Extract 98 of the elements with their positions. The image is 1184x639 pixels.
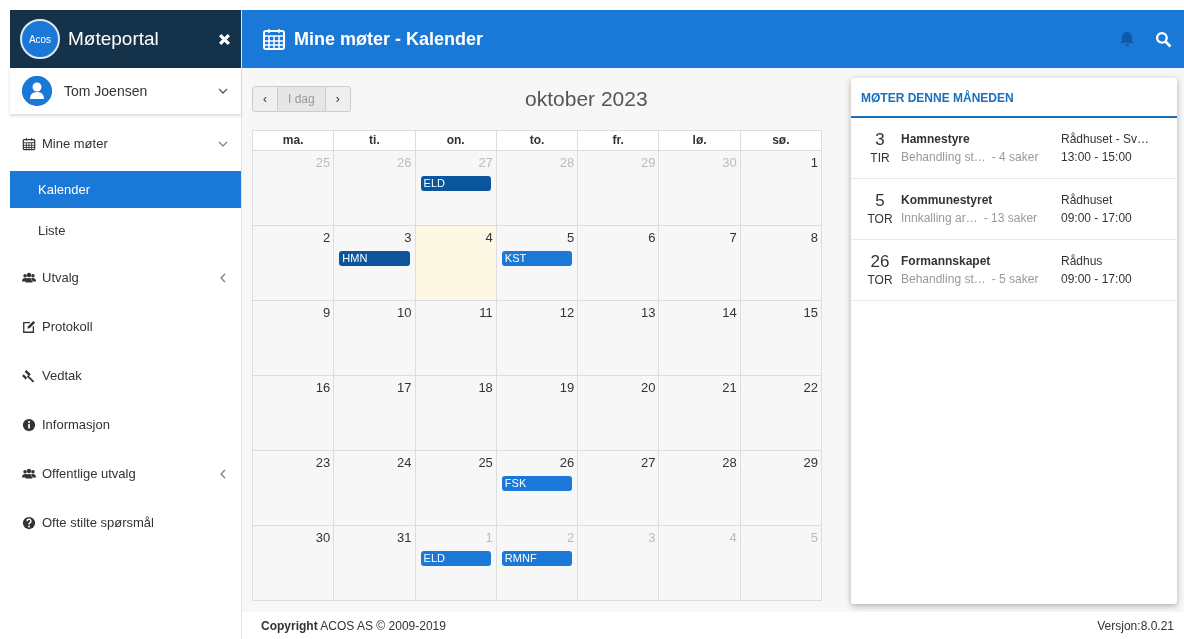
meeting-weekday: TOR: [866, 271, 894, 289]
day-number[interactable]: 16: [315, 378, 331, 398]
info-icon: [22, 417, 36, 432]
day-number[interactable]: 5: [566, 228, 575, 248]
day-number[interactable]: 10: [397, 303, 412, 323]
app-name: Møteportal: [68, 26, 160, 51]
day-number[interactable]: 24: [397, 453, 412, 473]
day-number[interactable]: 3: [404, 228, 412, 248]
meeting-weekday: TOR: [866, 210, 894, 228]
menu-item[interactable]: Vedtak: [10, 351, 241, 400]
meeting-summary: Behandling st…: [901, 150, 986, 164]
day-number[interactable]: 23: [315, 453, 331, 473]
user-avatar-icon: [22, 76, 52, 106]
meeting-title: Hamnestyre: [901, 131, 971, 148]
meeting-location: Rådhus: [1061, 253, 1104, 270]
submenu-item[interactable]: Liste: [10, 212, 241, 249]
day-number[interactable]: 18: [478, 378, 493, 398]
day-number[interactable]: 17: [397, 378, 412, 398]
day-number[interactable]: 7: [729, 228, 737, 248]
version-text: Versjon:8.0.21: [1097, 617, 1174, 635]
meeting-day: 5: [859, 190, 901, 210]
menu-item[interactable]: Protokoll: [10, 302, 241, 351]
month-title: oktober 2023: [524, 86, 649, 113]
question-icon: [22, 515, 36, 530]
edit-icon: [22, 319, 36, 334]
day-number[interactable]: 29: [803, 453, 818, 473]
event-chip[interactable]: ELD: [420, 175, 491, 191]
calendar-icon: [262, 27, 286, 51]
case-count: - 13 saker: [983, 211, 1038, 225]
close-icon[interactable]: [218, 32, 231, 46]
case-count: - 4 saker: [991, 150, 1039, 164]
users-icon: [22, 270, 36, 285]
meeting-row[interactable]: 5 TOR Kommunestyret Innkalling ar… - 13 saker Rådhuset 09:00 - 17:00: [851, 179, 1177, 240]
meeting-day: 26: [859, 251, 901, 271]
weekday-header: ti.: [334, 130, 416, 150]
gavel-icon: [22, 368, 36, 383]
meeting-title: Kommunestyret: [901, 192, 994, 209]
day-number[interactable]: 1: [810, 153, 818, 173]
search-icon[interactable]: [1155, 30, 1172, 48]
previous-button[interactable]: ‹: [252, 86, 278, 112]
meeting-location: Rådhuset - Sv…: [1061, 131, 1150, 148]
meeting-time: 13:00 - 15:00: [1061, 149, 1133, 166]
meeting-summary: Innkalling ar…: [901, 211, 978, 225]
users-icon: [22, 466, 36, 481]
weekday-header: lø.: [659, 130, 741, 150]
day-number[interactable]: 21: [722, 378, 737, 398]
menu-item[interactable]: Informasjon: [10, 400, 241, 449]
day-number[interactable]: 31: [397, 528, 412, 548]
meeting-row[interactable]: 26 TOR Formannskapet Behandling st… - 5 saker Rådhus 09:00 - 17:00: [851, 240, 1177, 301]
day-number[interactable]: 27: [640, 453, 656, 473]
weekday-header: sø.: [740, 130, 822, 150]
meeting-summary: Behandling st…: [901, 272, 986, 286]
weekday-header: to.: [496, 130, 579, 150]
card-title: MØTER DENNE MÅNEDEN: [851, 78, 1177, 118]
day-number[interactable]: 19: [559, 378, 575, 398]
meeting-row[interactable]: 3 TIR Hamnestyre Behandling st… - 4 saker Rådhuset - Sv… 13:00 - 15:00: [851, 118, 1177, 179]
weekday-header: fr.: [578, 130, 660, 150]
menu-item[interactable]: Offentlige utvalg: [10, 449, 241, 498]
next-button[interactable]: ›: [324, 86, 351, 112]
day-number[interactable]: 26: [559, 453, 575, 473]
meeting-time: 09:00 - 17:00: [1061, 271, 1132, 288]
meeting-title: Formannskapet: [901, 253, 992, 270]
meeting-time: 09:00 - 17:00: [1061, 210, 1132, 227]
day-number[interactable]: 22: [803, 378, 818, 398]
event-chip[interactable]: RMNF: [501, 550, 573, 566]
day-number[interactable]: 8: [810, 228, 818, 248]
menu-item[interactable]: Mine møter: [10, 119, 241, 168]
day-number[interactable]: 28: [722, 453, 737, 473]
day-number[interactable]: 15: [803, 303, 818, 323]
day-number[interactable]: 30: [315, 528, 331, 548]
day-number[interactable]: 12: [559, 303, 575, 323]
submenu-item[interactable]: Kalender: [10, 171, 241, 208]
meeting-day: 3: [859, 129, 901, 149]
day-number[interactable]: 9: [323, 303, 331, 323]
day-number[interactable]: 14: [722, 303, 737, 323]
case-count: - 5 saker: [991, 272, 1039, 286]
meeting-weekday: TIR: [869, 149, 891, 167]
event-chip[interactable]: ELD: [420, 550, 491, 566]
day-number[interactable]: 13: [640, 303, 656, 323]
day-number[interactable]: 20: [640, 378, 656, 398]
weekday-header: on.: [415, 130, 497, 150]
page-title: Mine møter - Kalender: [294, 27, 485, 51]
day-number[interactable]: 6: [648, 228, 656, 248]
event-chip[interactable]: HMN: [339, 250, 410, 266]
day-number[interactable]: 4: [485, 228, 493, 248]
day-number[interactable]: 2: [323, 228, 331, 248]
weekday-header: ma.: [253, 130, 335, 150]
calendar-icon: [22, 136, 36, 151]
menu-item[interactable]: Ofte stilte spørsmål: [10, 498, 241, 547]
logo: Acos: [20, 19, 60, 59]
meeting-location: Rådhuset: [1061, 192, 1114, 209]
copyright-text: Copyright ACOS AS © 2009-2019: [261, 617, 446, 635]
menu-item[interactable]: Utvalg: [10, 253, 241, 302]
user-name[interactable]: Tom Joensen: [64, 80, 148, 102]
day-number[interactable]: 11: [479, 303, 493, 323]
day-number[interactable]: 25: [478, 453, 493, 473]
event-chip[interactable]: FSK: [501, 475, 573, 491]
event-chip[interactable]: KST: [501, 250, 573, 266]
